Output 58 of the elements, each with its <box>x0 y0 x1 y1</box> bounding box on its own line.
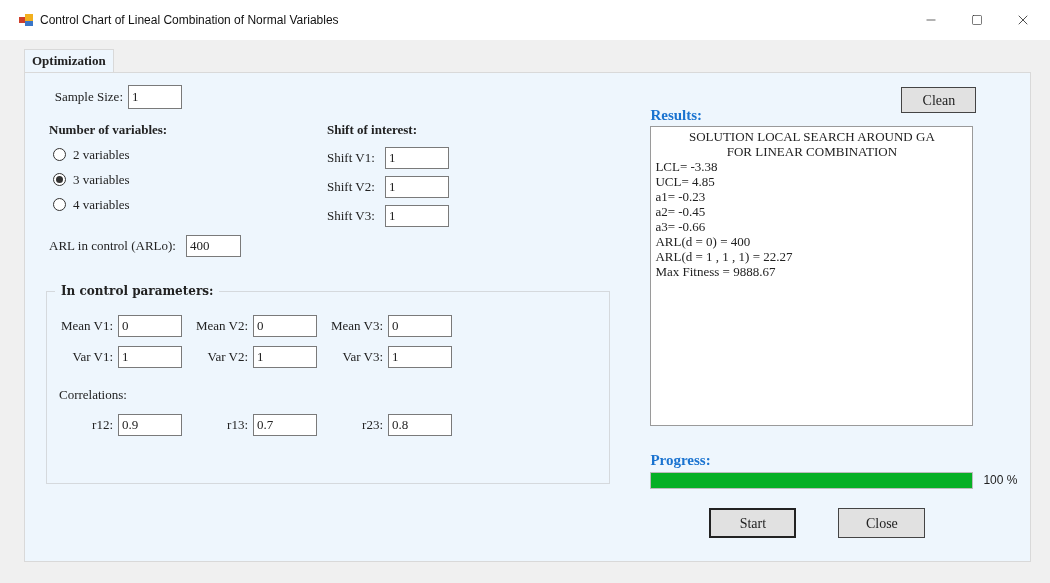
start-button[interactable]: Start <box>709 508 797 538</box>
result-line: ARL(d = 0) = 400 <box>655 234 752 249</box>
progress-label: Progress: <box>650 452 712 468</box>
window-title: Control Chart of Lineal Combination of Normal Variables <box>40 12 339 29</box>
field-label: Var V1: <box>71 348 114 367</box>
mean-field[interactable]: 0 <box>253 315 317 337</box>
radio-button[interactable] <box>53 198 66 211</box>
results-label: Results: <box>650 107 704 123</box>
variance-field[interactable]: 1 <box>388 346 452 368</box>
maximize-icon <box>971 14 983 26</box>
mean-field[interactable]: 0 <box>118 315 182 337</box>
radio-label: 2 variables <box>73 145 130 164</box>
shift-field[interactable]: 1 <box>385 205 449 227</box>
variance-field[interactable]: 1 <box>118 346 182 368</box>
radio-label: 4 variables <box>73 195 130 214</box>
result-line: a3= -0.66 <box>655 219 707 234</box>
field-label: ARL in control (ARLo): <box>49 237 177 256</box>
group-title: In control parameters: <box>60 283 215 300</box>
shift-field[interactable]: 1 <box>385 176 449 198</box>
correlation-field[interactable]: 0.7 <box>253 413 317 436</box>
correlation-field[interactable]: 0.8 <box>388 413 452 436</box>
section-title: Number of variables: <box>49 122 169 138</box>
sample-size-field[interactable]: 1 <box>128 85 182 109</box>
clean-button[interactable]: Clean <box>901 87 977 113</box>
field-label: Var V3: <box>341 348 384 367</box>
field-label: Shift V3: <box>327 207 376 226</box>
field-label: r13: <box>226 415 249 434</box>
result-line: Max Fitness = 9888.67 <box>655 264 777 279</box>
shift-field[interactable]: 1 <box>385 147 449 169</box>
result-line: a1= -0.23 <box>655 189 707 204</box>
field-label: r23: <box>361 415 384 434</box>
radio-button[interactable] <box>53 173 66 186</box>
field-label: Var V2: <box>206 348 249 367</box>
progress-reading: 100 % <box>983 472 1018 489</box>
result-line: a2= -0.45 <box>655 204 707 219</box>
result-line: LCL= -3.38 <box>655 159 719 174</box>
arl-field[interactable]: 400 <box>186 235 241 257</box>
results-heading: SOLUTION LOCAL SEARCH AROUND GA <box>688 129 936 144</box>
field-label: Shift V1: <box>327 149 376 168</box>
field-label: Sample Size: <box>53 88 124 107</box>
field-label: Mean V3: <box>329 317 384 336</box>
field-label: Shift V2: <box>327 178 376 197</box>
correlation-field[interactable]: 0.9 <box>118 413 182 436</box>
variance-field[interactable]: 1 <box>253 346 317 368</box>
radio-button[interactable] <box>53 148 66 161</box>
mean-field[interactable]: 0 <box>388 315 452 337</box>
section-title: Shift of interest: <box>327 122 419 138</box>
result-line: ARL(d = 1 , 1 , 1) = 22.27 <box>655 249 794 264</box>
tab[interactable]: Optimization <box>24 49 114 72</box>
radio-label: 3 variables <box>73 170 130 189</box>
results-heading: FOR LINEAR COMBINATION <box>725 144 899 159</box>
close-button[interactable]: Close <box>838 508 926 538</box>
result-line: UCL= 4.85 <box>655 174 716 189</box>
field-label: r12: <box>91 415 114 434</box>
app-icon <box>19 14 33 26</box>
field-label: Mean V2: <box>194 317 249 336</box>
correlations-label: Correlations: <box>59 386 128 404</box>
field-label: Mean V1: <box>59 317 114 336</box>
